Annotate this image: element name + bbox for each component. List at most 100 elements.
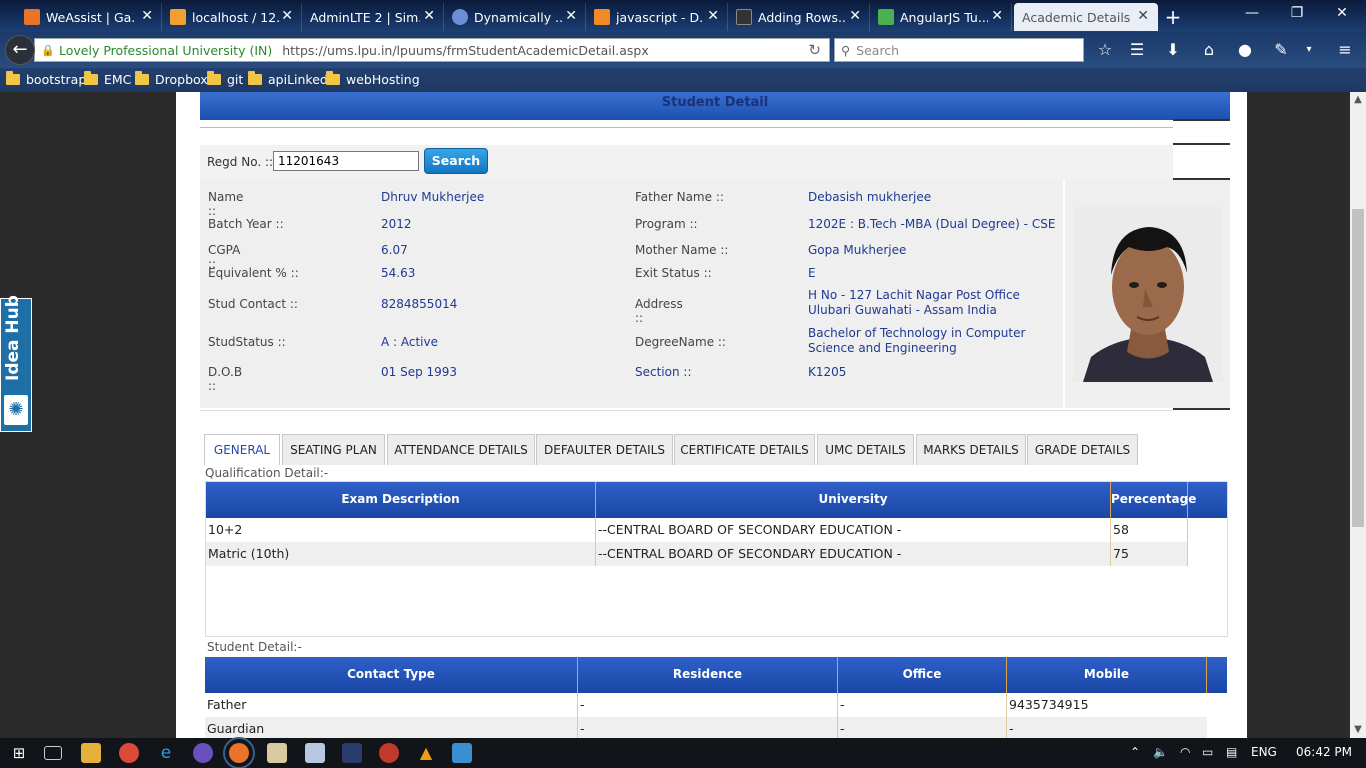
student-detail-header: Student Detail bbox=[200, 92, 1230, 120]
vlc-icon[interactable]: ▲ bbox=[416, 743, 436, 763]
page-scrollbar[interactable]: ▲ ▼ bbox=[1350, 92, 1366, 738]
divider bbox=[200, 410, 1173, 411]
close-tab-icon[interactable]: ✕ bbox=[141, 8, 153, 24]
browser-tab-5[interactable]: javascript - D... ✕ bbox=[586, 3, 728, 31]
download-icon[interactable]: ⬇ bbox=[1162, 39, 1184, 61]
github-favicon-icon bbox=[736, 9, 752, 25]
battery-icon[interactable]: ▭ bbox=[1202, 745, 1213, 759]
tray-chevron-icon[interactable]: ⌃ bbox=[1130, 745, 1140, 759]
bookmark-bootstrap[interactable]: bootstrap bbox=[6, 71, 86, 87]
language-indicator[interactable]: ENG bbox=[1251, 745, 1277, 759]
tab-umc-details[interactable]: UMC DETAILS bbox=[817, 434, 914, 465]
divider bbox=[1173, 408, 1230, 410]
lightbulb-icon: ✺ bbox=[4, 395, 28, 425]
firefox-icon[interactable] bbox=[223, 737, 255, 768]
table-cell: --CENTRAL BOARD OF SECONDARY EDUCATION - bbox=[596, 518, 1111, 542]
scroll-down-icon[interactable]: ▼ bbox=[1350, 724, 1366, 735]
tab-seating-plan[interactable]: SEATING PLAN bbox=[282, 434, 385, 465]
table-cell: 10+2 bbox=[206, 518, 596, 542]
clock[interactable]: 06:42 PM bbox=[1296, 745, 1352, 759]
browser-tab-3[interactable]: AdminLTE 2 | Sim... ✕ bbox=[302, 3, 444, 31]
windows-start-icon[interactable]: ⊞ bbox=[9, 743, 29, 763]
wifi-icon[interactable]: ◠ bbox=[1180, 745, 1190, 759]
student-photo bbox=[1073, 207, 1223, 382]
field-label: Father Name :: bbox=[635, 190, 724, 204]
browser-tab-4[interactable]: Dynamically ... ✕ bbox=[444, 3, 586, 31]
file-explorer-icon[interactable] bbox=[81, 743, 101, 763]
browser-tab-active[interactable]: Academic Details ✕ bbox=[1014, 3, 1158, 31]
windows-taskbar: ⊞ e ▲ ⌃ 🔈 ◠ ▭ ▤ ENG 06:42 PM bbox=[0, 737, 1366, 768]
tab-grade-details[interactable]: GRADE DETAILS bbox=[1027, 434, 1138, 465]
extension-icon[interactable]: ✎ bbox=[1270, 39, 1292, 61]
browser-tab-7[interactable]: AngularJS Tu... ✕ bbox=[870, 3, 1012, 31]
browser-tab-6[interactable]: Adding Rows... ✕ bbox=[728, 3, 870, 31]
scroll-thumb[interactable] bbox=[1352, 209, 1364, 527]
reload-icon[interactable]: ↻ bbox=[808, 41, 821, 59]
edge-icon[interactable]: e bbox=[156, 743, 176, 763]
browser-search-input[interactable]: ⚲ Search bbox=[834, 38, 1084, 62]
restore-icon[interactable]: ❐ bbox=[1282, 5, 1312, 21]
table-cell: Father bbox=[205, 693, 578, 717]
idea-hub-widget[interactable]: Idea Hub ✺ bbox=[0, 295, 32, 432]
menu-icon[interactable]: ≡ bbox=[1334, 39, 1356, 61]
box-app-icon[interactable] bbox=[305, 743, 325, 763]
notification-icon[interactable]: ▤ bbox=[1226, 745, 1237, 759]
notepad-icon[interactable] bbox=[267, 743, 287, 763]
bookmark-apilinked[interactable]: apiLinked bbox=[248, 71, 328, 87]
close-tab-icon[interactable]: ✕ bbox=[849, 8, 861, 24]
address-bar[interactable]: 🔒 Lovely Professional University (IN) ht… bbox=[34, 38, 830, 62]
bookmark-label: apiLinked bbox=[268, 72, 328, 87]
php-app-icon[interactable] bbox=[342, 743, 362, 763]
image-viewer-icon[interactable] bbox=[452, 743, 472, 763]
scroll-up-icon[interactable]: ▲ bbox=[1350, 94, 1366, 105]
browser-tab-bar: WeAssist | Ga... ✕ localhost / 12... ✕ A… bbox=[0, 0, 1366, 32]
dropdown-icon[interactable]: ▾ bbox=[1298, 39, 1320, 61]
chrome-icon[interactable] bbox=[119, 743, 139, 763]
close-tab-icon[interactable]: ✕ bbox=[991, 8, 1003, 24]
student-name: Dhruv Mukherjee bbox=[381, 190, 485, 204]
url-text: https://ums.lpu.in/lpuums/frmStudentAcad… bbox=[282, 42, 649, 58]
reading-list-icon[interactable]: ☰ bbox=[1126, 39, 1148, 61]
bookmark-star-icon[interactable]: ☆ bbox=[1094, 39, 1116, 61]
chat-icon[interactable]: ● bbox=[1234, 39, 1256, 61]
close-tab-icon[interactable]: ✕ bbox=[1137, 8, 1149, 24]
close-tab-icon[interactable]: ✕ bbox=[281, 8, 293, 24]
regd-number-input[interactable] bbox=[273, 151, 419, 171]
tab-defaulter-details[interactable]: DEFAULTER DETAILS bbox=[536, 434, 673, 465]
close-tab-icon[interactable]: ✕ bbox=[707, 8, 719, 24]
bookmark-dropbox[interactable]: Dropbox bbox=[135, 71, 208, 87]
visual-studio-icon[interactable] bbox=[193, 743, 213, 763]
tab-label: Dynamically ... bbox=[474, 9, 562, 25]
browser-tab-2[interactable]: localhost / 12... ✕ bbox=[162, 3, 302, 31]
tab-marks-details[interactable]: MARKS DETAILS bbox=[916, 434, 1026, 465]
tab-attendance-details[interactable]: ATTENDANCE DETAILS bbox=[387, 434, 535, 465]
browser-tab-1[interactable]: WeAssist | Ga... ✕ bbox=[16, 3, 162, 31]
student-detail-section-title: Student Detail:- bbox=[207, 640, 302, 654]
page-viewport: Student Detail Regd No. :: Search Name :… bbox=[0, 92, 1350, 738]
table-cell: - bbox=[838, 693, 1007, 717]
close-tab-icon[interactable]: ✕ bbox=[565, 8, 577, 24]
bookmark-emc[interactable]: EMC bbox=[84, 71, 131, 87]
tab-label: AngularJS Tu... bbox=[900, 9, 988, 25]
git-icon[interactable] bbox=[379, 743, 399, 763]
column-header: University bbox=[596, 482, 1111, 518]
table-cell: - bbox=[578, 717, 838, 738]
bookmark-webhosting[interactable]: webHosting bbox=[326, 71, 420, 87]
qualification-section-title: Qualification Detail:- bbox=[205, 466, 329, 480]
student-status: A : Active bbox=[381, 335, 438, 349]
bookmark-git[interactable]: git bbox=[207, 71, 243, 87]
new-tab-icon[interactable]: + bbox=[1162, 5, 1184, 29]
tab-general[interactable]: GENERAL bbox=[204, 434, 280, 465]
table-row: Matric (10th) --CENTRAL BOARD OF SECONDA… bbox=[206, 542, 1188, 566]
home-icon[interactable]: ⌂ bbox=[1198, 39, 1220, 61]
task-view-icon[interactable] bbox=[44, 746, 62, 760]
close-tab-icon[interactable]: ✕ bbox=[423, 8, 435, 24]
volume-icon[interactable]: 🔈 bbox=[1153, 745, 1168, 759]
tab-certificate-details[interactable]: CERTIFICATE DETAILS bbox=[674, 434, 815, 465]
table-cell: Guardian bbox=[205, 717, 578, 738]
back-icon[interactable]: ← bbox=[5, 35, 35, 65]
minimize-icon[interactable]: — bbox=[1237, 5, 1267, 21]
stackoverflow-favicon-icon bbox=[594, 9, 610, 25]
search-button[interactable]: Search bbox=[424, 148, 488, 174]
window-close-icon[interactable]: ✕ bbox=[1327, 5, 1357, 21]
